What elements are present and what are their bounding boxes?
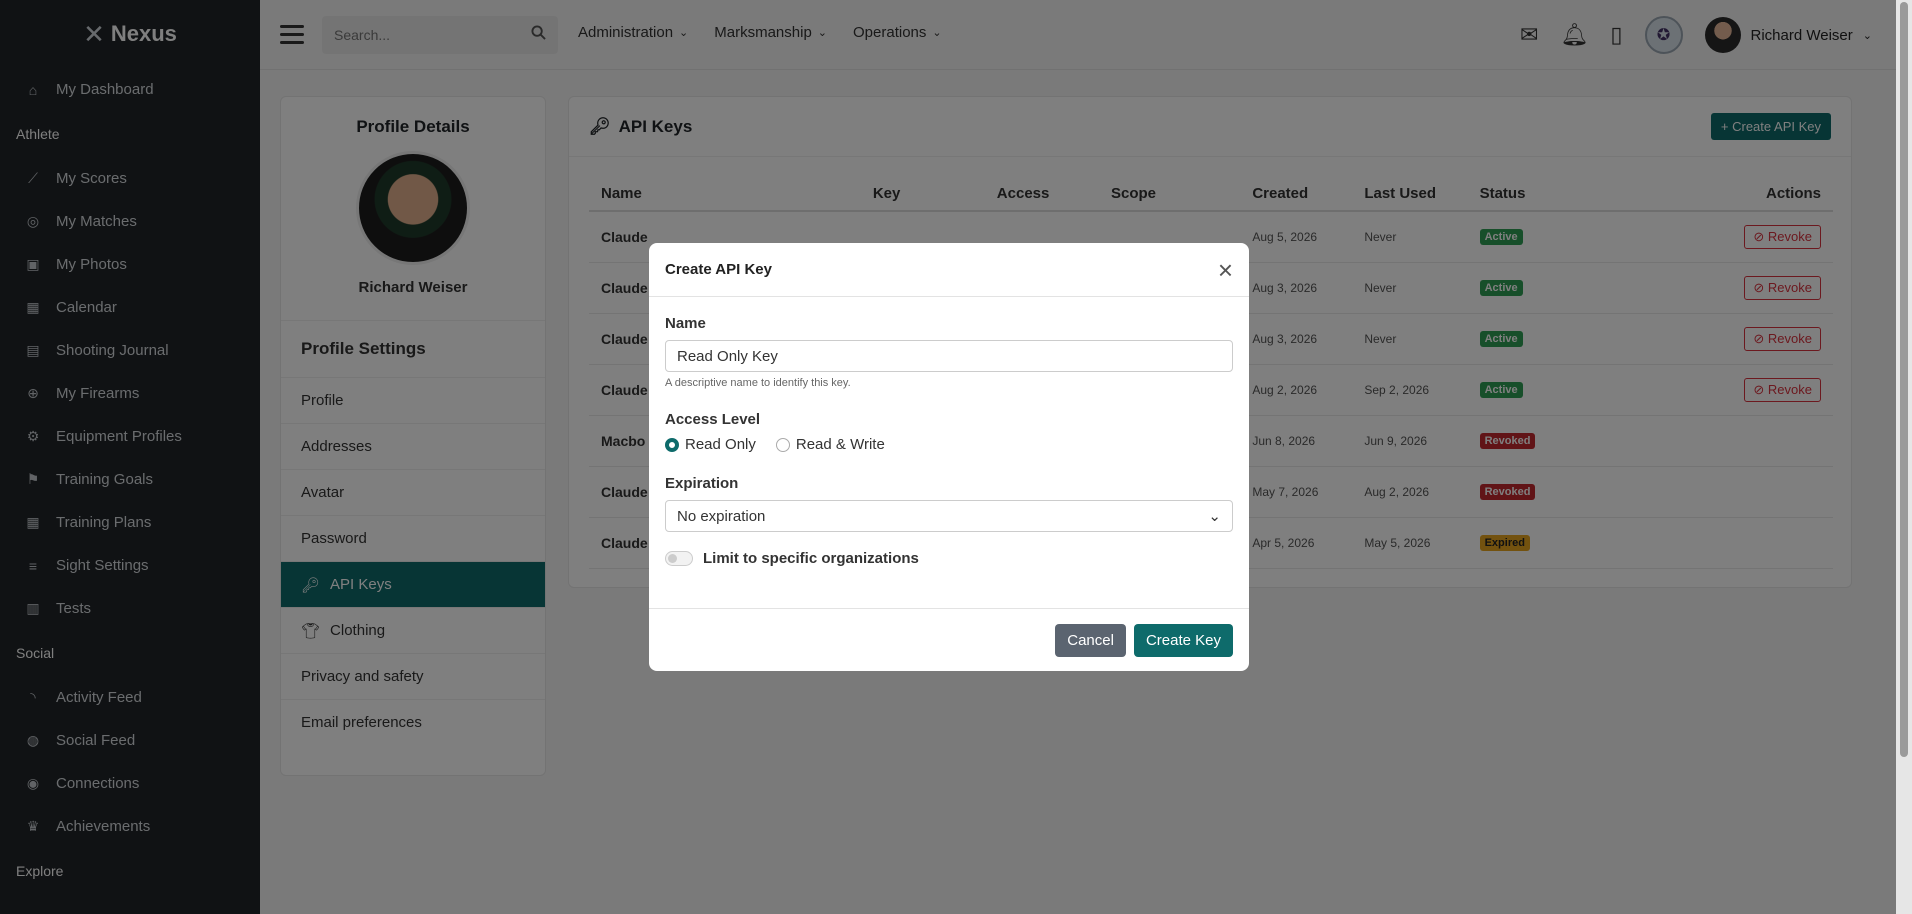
expiration-label: Expiration (665, 475, 739, 492)
chevron-down-icon: ⌄ (1208, 508, 1221, 525)
access-level-label: Access Level (665, 411, 761, 428)
create-key-button[interactable]: Create Key (1133, 623, 1233, 657)
scrollbar-thumb[interactable] (1900, 2, 1908, 757)
radio-unselected-icon (775, 437, 790, 452)
name-label: Name (665, 315, 706, 332)
limit-organizations-row: Limit to specific organizations (665, 550, 1233, 567)
modal-header: Create API Key × (649, 243, 1249, 297)
expiration-value: No expiration (677, 507, 766, 525)
name-hint: A descriptive name to identify this key. (665, 377, 851, 389)
modal-footer: Cancel Create Key (649, 608, 1249, 671)
limit-organizations-label: Limit to specific organizations (703, 550, 919, 567)
modal-title: Create API Key (665, 261, 772, 278)
create-api-key-modal: Create API Key × Name A descriptive name… (649, 243, 1249, 671)
cancel-button[interactable]: Cancel (1055, 623, 1126, 657)
radio-selected-icon (665, 437, 679, 452)
modal-body: Name A descriptive name to identify this… (649, 297, 1249, 567)
radio-read-write[interactable]: Read & Write (775, 436, 885, 453)
name-field[interactable] (665, 340, 1233, 372)
close-icon[interactable]: × (1218, 257, 1233, 283)
access-level-options: Read Only Read & Write (665, 436, 1233, 453)
page-scrollbar[interactable] (1896, 0, 1912, 914)
limit-organizations-toggle[interactable] (665, 551, 693, 566)
radio-read-only[interactable]: Read Only (665, 436, 756, 453)
expiration-select[interactable]: No expiration ⌄ (665, 500, 1233, 532)
